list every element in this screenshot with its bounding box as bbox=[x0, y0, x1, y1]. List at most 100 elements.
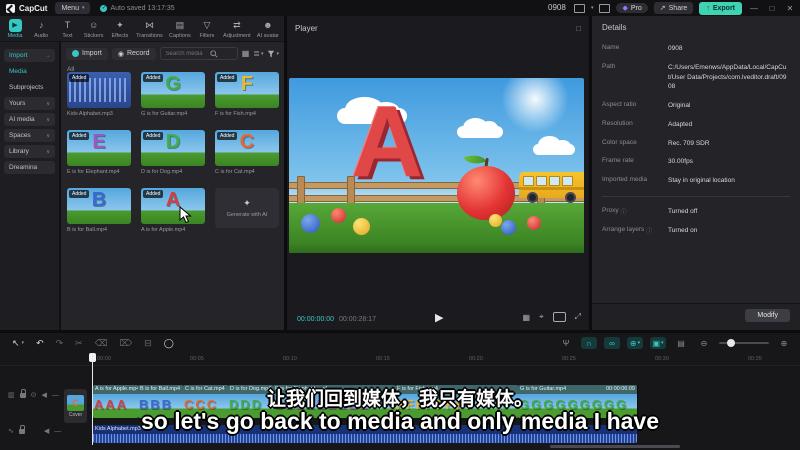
tab-stickers[interactable]: ☺ Stickers bbox=[84, 19, 104, 39]
select-tool-icon[interactable]: ↖ ▾ bbox=[12, 338, 24, 349]
sort-icon[interactable]: ≣ ▾ bbox=[253, 49, 263, 58]
tab-effects[interactable]: ✦ Effects bbox=[110, 19, 130, 39]
tab-label: Effects bbox=[111, 32, 129, 39]
tab-captions[interactable]: ▤ Captions bbox=[169, 19, 191, 39]
delete-icon[interactable]: ⊟ bbox=[144, 338, 152, 349]
scene-ball-yellow bbox=[489, 214, 502, 227]
tab-adjustment[interactable]: ⇄ Adjustment bbox=[223, 19, 251, 39]
preview-quality-icon[interactable]: ▦ bbox=[523, 313, 531, 322]
media-item[interactable]: C Added C is for Cat.mp4 bbox=[215, 130, 279, 175]
redo-icon[interactable]: ↷ bbox=[56, 338, 64, 349]
tab-label: Filters bbox=[199, 32, 215, 39]
split-icon[interactable]: ✂ bbox=[75, 338, 83, 349]
maximize-button[interactable]: □ bbox=[766, 4, 778, 13]
layer-order-toggle-icon[interactable]: ▣ ▾ bbox=[650, 337, 666, 349]
delete-left-icon[interactable]: ⌫ bbox=[95, 338, 108, 349]
sidebar-item-subprojects[interactable]: Subprojects bbox=[4, 81, 55, 94]
chevron-down-icon: ▾ bbox=[637, 340, 641, 346]
media-item[interactable]: A Added A is for Apple.mp4 bbox=[141, 188, 205, 233]
layout-caret-icon[interactable]: ▾ bbox=[591, 5, 594, 11]
freeze-frame-icon[interactable]: ◯ bbox=[164, 338, 174, 349]
focus-icon[interactable]: ⌖ bbox=[539, 312, 544, 322]
transitions-icon: ⋈ bbox=[144, 19, 154, 30]
horizontal-scrollbar[interactable] bbox=[550, 445, 680, 448]
ratio-selector-icon[interactable] bbox=[552, 312, 566, 322]
chevron-down-icon: ∨ bbox=[46, 148, 50, 155]
chevron-down-icon: ∨ bbox=[46, 116, 50, 123]
record-button[interactable]: ◉ Record bbox=[111, 47, 156, 60]
share-button[interactable]: ↗ Share bbox=[653, 2, 694, 14]
details-footer: Modify bbox=[592, 303, 800, 330]
player-detach-icon[interactable]: □ bbox=[576, 24, 581, 33]
sidebar-item-import[interactable]: Import → bbox=[4, 49, 55, 62]
timecode-total: 00:00:28:17 bbox=[338, 315, 376, 323]
video-thumbnail: E Added bbox=[67, 130, 131, 166]
chevron-down-icon: ∨ bbox=[46, 100, 50, 107]
layout-toggle-icon[interactable] bbox=[573, 3, 585, 13]
tab-filters[interactable]: ▽ Filters bbox=[197, 19, 217, 39]
undo-icon[interactable]: ↶ bbox=[36, 338, 44, 349]
zoom-slider-handle[interactable] bbox=[727, 339, 735, 347]
detail-label: Color space bbox=[602, 138, 637, 146]
filter-icon[interactable]: ▾ bbox=[267, 50, 279, 58]
sidebar-item-media[interactable]: Media bbox=[4, 65, 55, 78]
sidebar-item-label: Subprojects bbox=[9, 84, 44, 91]
sidebar-item-ai-media[interactable]: AI media ∨ bbox=[4, 113, 55, 126]
panel-layout-icon[interactable] bbox=[599, 3, 611, 13]
generate-with-ai-tile[interactable]: ✦ Generate with AI bbox=[215, 188, 279, 228]
filmstrip-icon[interactable]: ▤ bbox=[673, 337, 689, 349]
media-item[interactable]: F Added F is for Fish.mp4 bbox=[215, 72, 279, 117]
grid-view-icon[interactable]: ▦ bbox=[242, 49, 250, 58]
media-item[interactable]: E Added E is for Elephant.mp4 bbox=[67, 130, 131, 175]
subtitle-chinese: 让我们回到媒体，我只有媒体。 bbox=[266, 389, 533, 410]
tab-text[interactable]: T Text bbox=[57, 19, 77, 39]
link-toggle-icon[interactable]: ∞ bbox=[604, 337, 620, 349]
minimize-button[interactable]: — bbox=[748, 4, 760, 13]
zoom-out-icon[interactable]: ⊖ bbox=[696, 337, 712, 349]
fullscreen-icon[interactable]: ⤢ bbox=[575, 312, 581, 322]
zoom-in-icon[interactable]: ⊕ bbox=[776, 337, 792, 349]
added-badge: Added bbox=[143, 132, 164, 140]
delete-right-icon[interactable]: ⌦ bbox=[119, 338, 132, 349]
sidebar-item-yours[interactable]: Yours ∨ bbox=[4, 97, 55, 110]
magnet-toggle-icon[interactable]: ∩ bbox=[581, 337, 597, 349]
sidebar-item-spaces[interactable]: Spaces ∨ bbox=[4, 129, 55, 142]
menu-button[interactable]: Menu ▾ bbox=[55, 2, 91, 14]
sidebar-item-label: Dreamina bbox=[9, 164, 38, 171]
timeline-zoom-slider[interactable] bbox=[719, 339, 769, 347]
autosave-status: ✓ Auto saved 13:17:35 bbox=[100, 4, 175, 12]
detail-value: Adapted bbox=[668, 120, 693, 128]
search-field[interactable] bbox=[163, 49, 208, 58]
media-item[interactable]: Added Kids Alphabet.mp3 bbox=[67, 72, 131, 117]
divider bbox=[602, 195, 790, 197]
tab-transitions[interactable]: ⋈ Transitions bbox=[136, 19, 163, 39]
player-header-title: Player bbox=[295, 23, 318, 33]
close-button[interactable]: ✕ bbox=[784, 4, 796, 13]
tab-label: Stickers bbox=[83, 32, 104, 39]
preview-axis-toggle-icon[interactable]: ⊕ ▾ bbox=[627, 337, 643, 349]
sidebar-item-dreamina[interactable]: Dreamina bbox=[4, 161, 55, 174]
tab-audio[interactable]: ♪ Audio bbox=[31, 19, 51, 39]
tab-media[interactable]: ▶ Media bbox=[5, 18, 25, 39]
detail-value: Original bbox=[668, 102, 691, 109]
video-thumbnail: F Added bbox=[215, 72, 279, 108]
sidebar-item-library[interactable]: Library ∨ bbox=[4, 145, 55, 158]
modify-button[interactable]: Modify bbox=[745, 309, 790, 322]
media-item[interactable]: B Added B is for Ball.mp4 bbox=[67, 188, 131, 233]
detail-row-name: Name 0908 bbox=[602, 44, 790, 54]
media-item[interactable]: G Added G is for Guitar.mp4 bbox=[141, 72, 205, 117]
tab-ai-avatar[interactable]: ☻ AI avatar bbox=[257, 19, 279, 39]
timecode-current: 00:00:00:00 bbox=[297, 315, 334, 323]
audio-waveform bbox=[93, 434, 637, 443]
chevron-down-icon: ▾ bbox=[661, 340, 664, 346]
detail-value: Stay in original location bbox=[668, 177, 735, 184]
voiceover-icon[interactable]: Ψ bbox=[558, 337, 574, 349]
export-button[interactable]: ↑ Export bbox=[699, 1, 742, 15]
media-item[interactable]: D Added D is for Dog.mp4 bbox=[141, 130, 205, 175]
play-button[interactable]: ▶ bbox=[435, 311, 443, 324]
search-input[interactable] bbox=[159, 47, 238, 60]
import-button[interactable]: Import bbox=[66, 47, 108, 60]
video-preview[interactable]: A bbox=[289, 78, 584, 253]
chevron-down-icon: ▾ bbox=[21, 340, 25, 346]
pro-button[interactable]: ◆ Pro bbox=[616, 3, 648, 13]
